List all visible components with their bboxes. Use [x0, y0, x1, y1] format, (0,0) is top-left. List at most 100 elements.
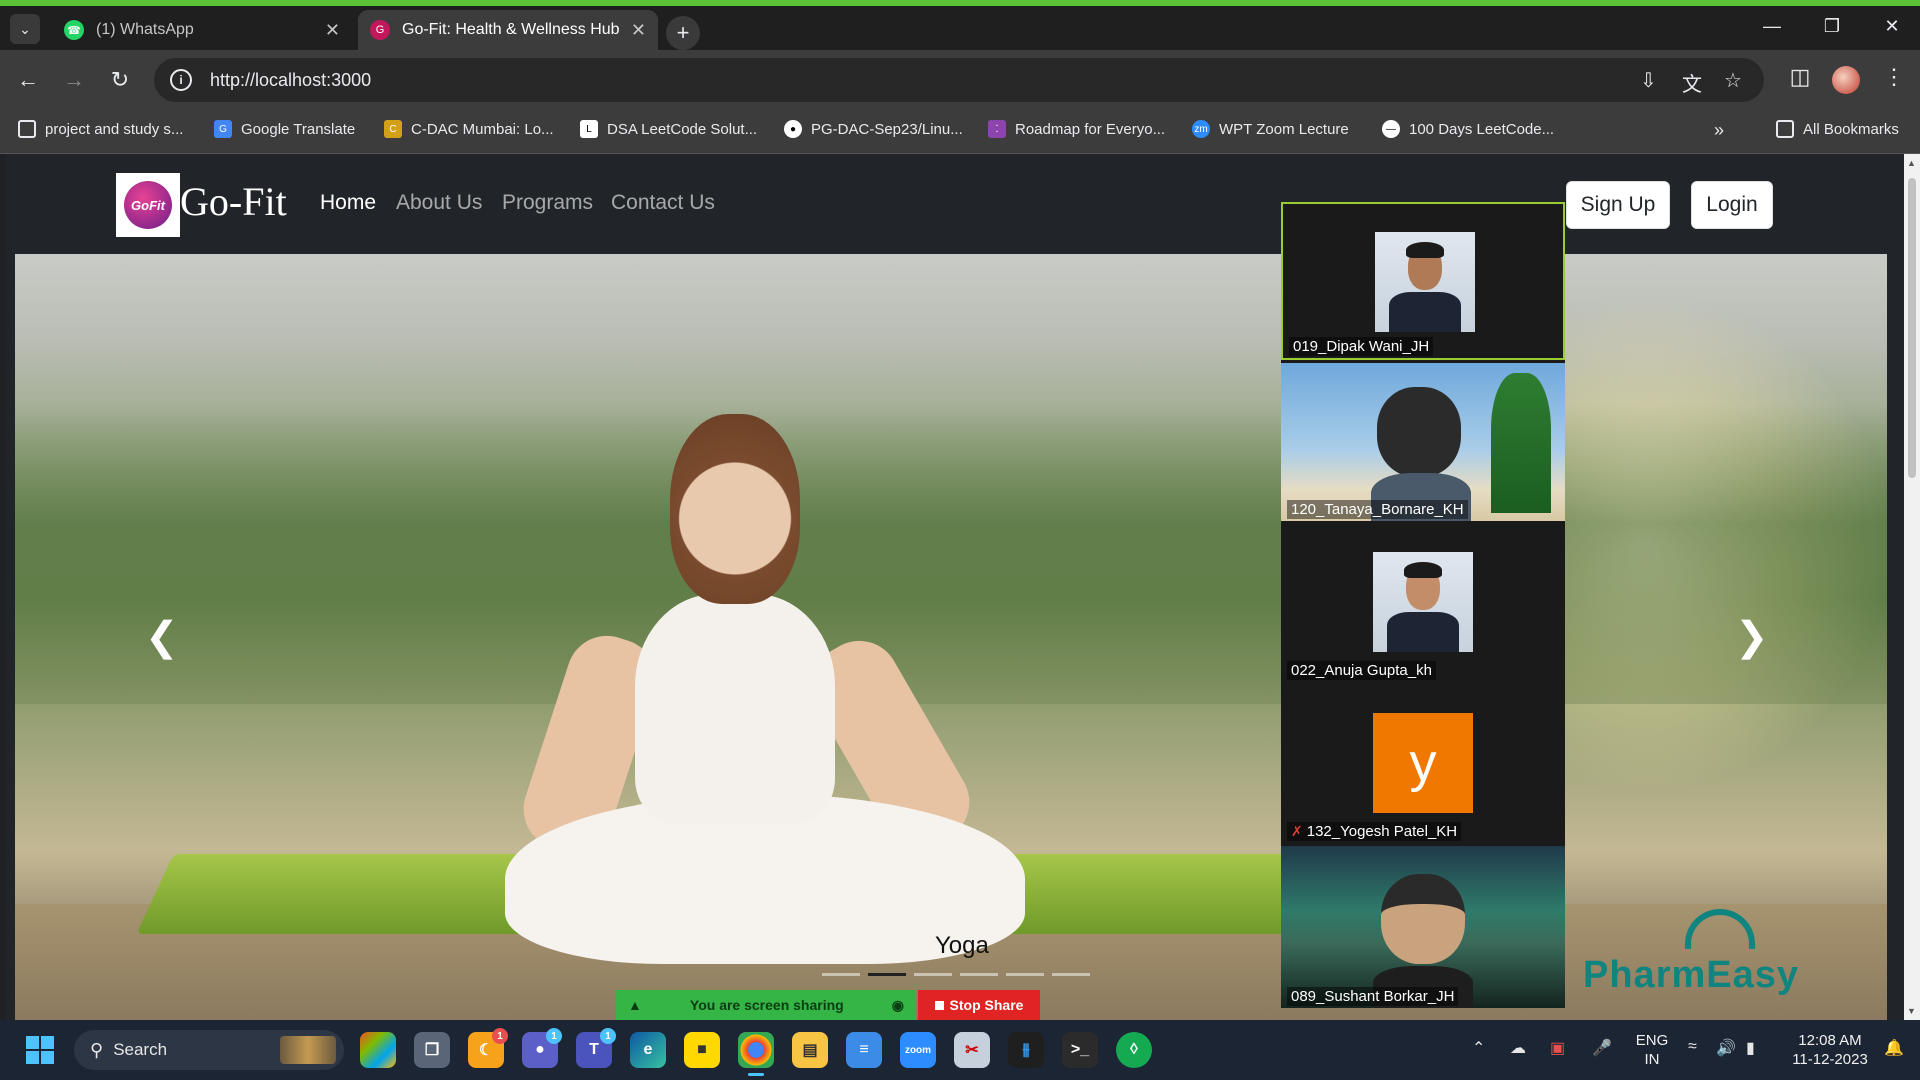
close-icon[interactable]: ✕ — [631, 20, 646, 41]
edge-icon[interactable]: e — [630, 1032, 666, 1068]
carousel-indicator[interactable] — [960, 973, 998, 976]
new-tab-button[interactable]: + — [666, 16, 700, 50]
chrome-icon[interactable] — [738, 1032, 774, 1076]
chat-icon[interactable]: ● 1 — [522, 1028, 562, 1068]
bookmark-item[interactable]: — 100 Days LeetCode... — [1382, 120, 1554, 138]
bookmark-item[interactable]: ⁚ Roadmap for Everyo... — [988, 120, 1165, 138]
translate-icon[interactable]: 文 — [1682, 68, 1702, 97]
chevron-up-icon[interactable]: ⌃ — [1472, 1038, 1485, 1058]
profile-avatar[interactable] — [1832, 66, 1860, 94]
participant-tile[interactable]: y ✗ 132_Yogesh Patel_KH — [1281, 685, 1565, 843]
close-icon[interactable]: ✕ — [325, 20, 340, 41]
menu-kebab-icon[interactable]: ⋮ — [1878, 64, 1910, 90]
wifi-icon[interactable]: ≈ — [1688, 1038, 1697, 1056]
chevron-left-icon: ❮ — [145, 615, 179, 659]
carousel-next-button[interactable]: ❯ — [1735, 614, 1769, 660]
sign-up-button[interactable]: Sign Up — [1566, 181, 1670, 229]
minimize-button[interactable]: — — [1752, 16, 1792, 37]
side-panel-icon[interactable]: ◫ — [1784, 64, 1816, 90]
tab-gofit[interactable]: G Go-Fit: Health & Wellness Hub ✕ — [358, 10, 658, 50]
carousel-indicator[interactable] — [914, 973, 952, 976]
clock[interactable]: 12:08 AM 11-12-2023 — [1784, 1031, 1876, 1069]
snipping-tool-icon[interactable]: ✂ — [954, 1032, 990, 1068]
more-bookmarks-button[interactable]: » — [1714, 120, 1724, 141]
install-app-icon[interactable]: ⇩ — [1640, 68, 1657, 93]
screen-sharing-bar[interactable]: ▲ You are screen sharing ◉ — [616, 990, 916, 1020]
participant-tile[interactable]: 089_Sushant Borkar_JH — [1281, 846, 1565, 1008]
nav-programs[interactable]: Programs — [502, 191, 593, 215]
window-close-button[interactable]: ✕ — [1872, 16, 1912, 37]
participant-tile[interactable]: 120_Tanaya_Bornare_KH — [1281, 363, 1565, 521]
site-info-icon[interactable]: i — [170, 69, 192, 91]
stop-icon — [934, 1000, 944, 1010]
bookmark-item[interactable]: project and study s... — [18, 120, 183, 138]
tab-search-button[interactable]: ⌄ — [10, 14, 40, 44]
zoom-participants-panel[interactable]: 019_Dipak Wani_JH 120_Tanaya_Bornare_KH … — [1281, 202, 1565, 1008]
search-highlight-image — [280, 1036, 336, 1064]
microphone-icon[interactable]: 🎤 — [1592, 1038, 1612, 1058]
task-view-icon[interactable]: ❐ — [414, 1032, 450, 1068]
notification-bell-icon[interactable]: 🔔 — [1884, 1038, 1904, 1058]
carousel-indicator[interactable] — [822, 973, 860, 976]
volume-icon[interactable]: 🔊 — [1716, 1038, 1736, 1058]
antivirus-icon[interactable]: ▣ — [1550, 1038, 1565, 1058]
carousel-indicator[interactable] — [1006, 973, 1044, 976]
bookmark-label: PG-DAC-Sep23/Linu... — [811, 120, 963, 138]
bookmarks-bar: project and study s... G Google Translat… — [0, 110, 1920, 154]
tab-title: (1) WhatsApp — [96, 21, 194, 38]
scroll-up-icon[interactable]: ▲ — [1907, 158, 1916, 168]
address-bar[interactable]: i http://localhost:3000 — [154, 58, 1764, 102]
notepad-icon[interactable]: ≡ — [846, 1032, 882, 1068]
participant-video — [1281, 363, 1565, 521]
bookmark-item[interactable]: ● PG-DAC-Sep23/Linu... — [784, 120, 963, 138]
tab-title: Go-Fit: Health & Wellness Hub — [402, 21, 620, 38]
participant-tile[interactable]: 022_Anuja Gupta_kh — [1281, 524, 1565, 682]
bookmark-item[interactable]: L DSA LeetCode Solut... — [580, 120, 757, 138]
windows-taskbar: ⚲ Search ❐ ☾ 1 ● 1 T1 e ■ ▤ ≡ zoom ✂ ⫵ >_ … — [0, 1020, 1920, 1080]
copilot-icon[interactable] — [360, 1032, 396, 1068]
app-icon[interactable]: ☾ 1 — [468, 1028, 508, 1068]
search-label: Search — [113, 1040, 168, 1059]
carousel-indicator[interactable] — [1052, 973, 1090, 976]
battery-icon[interactable]: ▮ — [1746, 1038, 1755, 1058]
site-logo[interactable]: GoFit — [116, 173, 180, 237]
bookmark-item[interactable]: C C-DAC Mumbai: Lo... — [384, 120, 554, 138]
mongodb-compass-icon[interactable]: ◊ — [1116, 1032, 1152, 1068]
chevron-right-icon: ❯ — [1735, 615, 1769, 659]
participant-name: 120_Tanaya_Bornare_KH — [1287, 500, 1468, 519]
stop-share-button[interactable]: Stop Share — [918, 990, 1040, 1020]
bookmark-star-icon[interactable]: ☆ — [1724, 68, 1742, 93]
taskbar-search[interactable]: ⚲ Search — [74, 1030, 344, 1070]
palm-tree — [1491, 373, 1551, 513]
start-button[interactable] — [26, 1036, 54, 1064]
all-bookmarks[interactable]: All Bookmarks — [1776, 120, 1899, 138]
terminal-icon[interactable]: >_ — [1062, 1032, 1098, 1068]
scrollbar-thumb[interactable] — [1908, 178, 1916, 478]
login-button[interactable]: Login — [1691, 181, 1773, 229]
scroll-down-icon[interactable]: ▼ — [1907, 1006, 1916, 1016]
back-button[interactable]: ← — [12, 64, 44, 96]
file-explorer-icon[interactable]: ▤ — [792, 1032, 828, 1068]
forward-button[interactable]: → — [58, 64, 90, 96]
sticky-notes-icon[interactable]: ■ — [684, 1032, 720, 1068]
pin-icon[interactable]: ▲ — [628, 997, 642, 1013]
reload-button[interactable]: ↻ — [104, 64, 136, 96]
nav-about-us[interactable]: About Us — [396, 191, 482, 215]
tab-whatsapp[interactable]: ☎ (1) WhatsApp ✕ — [52, 10, 352, 50]
brand-name[interactable]: Go-Fit — [180, 178, 287, 225]
teams-icon[interactable]: T1 — [576, 1028, 616, 1068]
nav-contact-us[interactable]: Contact Us — [611, 191, 715, 215]
zoom-app-icon[interactable]: zoom — [900, 1032, 936, 1068]
bookmark-item[interactable]: G Google Translate — [214, 120, 355, 138]
participant-tile[interactable]: 019_Dipak Wani_JH — [1281, 202, 1565, 360]
nav-home[interactable]: Home — [320, 191, 376, 215]
carousel-indicator[interactable] — [868, 973, 906, 976]
onedrive-icon[interactable]: ☁ — [1510, 1038, 1526, 1058]
bookmark-item[interactable]: zm WPT Zoom Lecture — [1192, 120, 1349, 138]
carousel-prev-button[interactable]: ❮ — [145, 614, 179, 660]
page-scrollbar[interactable]: ▲ ▼ — [1904, 154, 1920, 1020]
restore-button[interactable]: ❐ — [1812, 16, 1852, 37]
language-indicator[interactable]: ENG IN — [1632, 1031, 1672, 1069]
bookmark-label: project and study s... — [45, 120, 184, 138]
vscode-icon[interactable]: ⫵ — [1008, 1032, 1044, 1068]
